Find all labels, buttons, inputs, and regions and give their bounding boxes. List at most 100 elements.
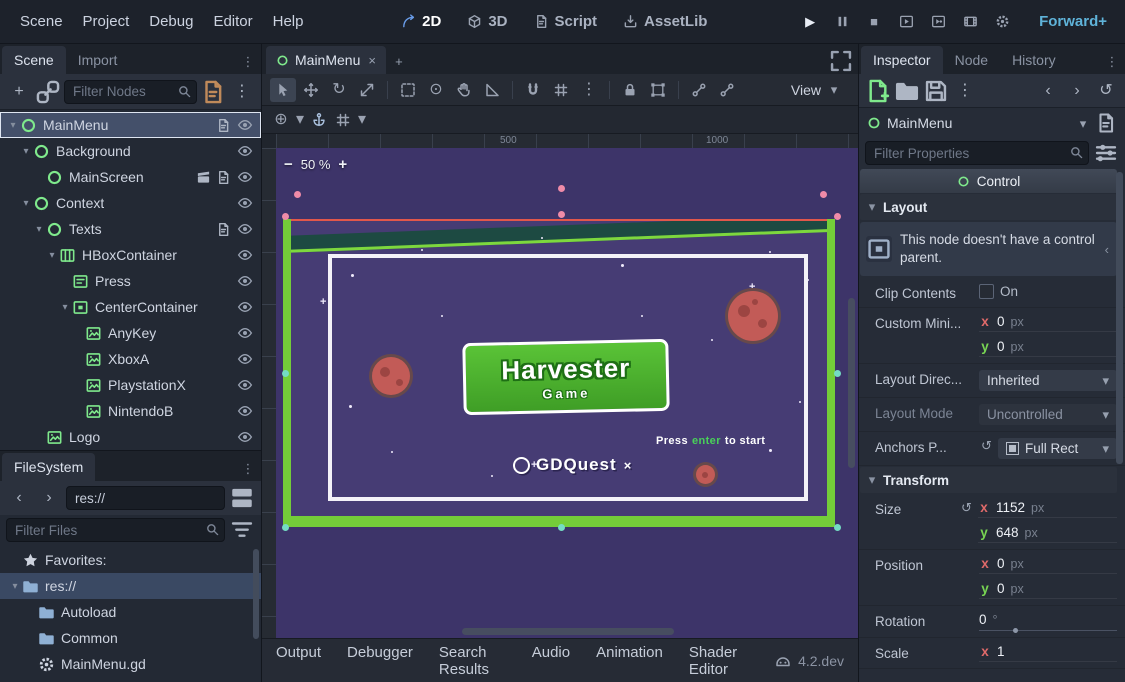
selection-handle[interactable]: [294, 191, 301, 198]
script-badge-icon[interactable]: [216, 118, 231, 133]
tab-scene[interactable]: Scene: [2, 46, 66, 74]
inspector-scrollbar[interactable]: [1116, 172, 1123, 464]
filter-files-input[interactable]: [6, 518, 225, 542]
play-scene-button[interactable]: [891, 8, 921, 36]
rotation-slider[interactable]: 0 °: [979, 612, 1117, 631]
history-forward-button[interactable]: ›: [1064, 79, 1090, 103]
selection-handle[interactable]: [558, 211, 565, 218]
expand-arrow[interactable]: ▾: [19, 146, 33, 157]
workspace-2d-button[interactable]: 2D: [391, 7, 451, 37]
snap-options-button[interactable]: ⋮: [576, 78, 602, 102]
visibility-toggle-eye-icon[interactable]: [237, 247, 253, 263]
scene-node-row-mainmenu[interactable]: ▾MainMenu: [0, 112, 261, 138]
workspace-3d-button[interactable]: 3D: [457, 7, 517, 37]
menu-help[interactable]: Help: [263, 7, 314, 37]
tab-import[interactable]: Import: [66, 46, 130, 74]
selection-handle[interactable]: [834, 370, 841, 377]
menu-debug[interactable]: Debug: [139, 7, 203, 37]
chevron-down-icon[interactable]: ▾: [1077, 115, 1089, 131]
menu-scene[interactable]: Scene: [10, 7, 73, 37]
selection-handle[interactable]: [282, 213, 289, 220]
scene-node-row-nintendob[interactable]: NintendoB: [0, 398, 261, 424]
selection-handle[interactable]: [282, 524, 289, 531]
node-extra-options-button[interactable]: [1095, 111, 1117, 135]
bottom-tab-animation[interactable]: Animation: [596, 644, 663, 678]
expand-arrow[interactable]: ▾: [19, 198, 33, 209]
workspace-script-button[interactable]: Script: [524, 7, 608, 37]
visibility-toggle-eye-icon[interactable]: [237, 351, 253, 367]
attach-script-button[interactable]: [200, 80, 226, 104]
scene-tree-options-button[interactable]: ⋮: [229, 80, 255, 104]
visibility-toggle-eye-icon[interactable]: [237, 403, 253, 419]
filesystem-options-icon[interactable]: ⋮: [237, 455, 259, 481]
workspace-assetlib-button[interactable]: AssetLib: [613, 7, 717, 37]
visibility-toggle-eye-icon[interactable]: [237, 169, 253, 185]
position-y-field[interactable]: 0: [997, 581, 1005, 596]
selection-handle[interactable]: [834, 524, 841, 531]
move-tool-button[interactable]: [298, 78, 324, 102]
grid-snap-button[interactable]: [548, 78, 574, 102]
view-menu-button[interactable]: View▾: [783, 77, 850, 103]
bottom-tab-audio[interactable]: Audio: [532, 644, 570, 678]
visibility-toggle-eye-icon[interactable]: [237, 273, 253, 289]
tab-inspector[interactable]: Inspector: [861, 46, 943, 74]
tab-filesystem[interactable]: FileSystem: [2, 453, 95, 481]
edited-node-select[interactable]: MainMenu: [887, 115, 1071, 131]
bottom-tab-shader-editor[interactable]: Shader Editor: [689, 644, 749, 678]
section-layout[interactable]: ▾ Layout: [860, 194, 1117, 220]
visibility-toggle-eye-icon[interactable]: [237, 377, 253, 393]
fs-sort-button[interactable]: [229, 518, 255, 542]
scale-x-field[interactable]: 1: [997, 644, 1005, 659]
close-scene-tab-icon[interactable]: ×: [368, 52, 376, 68]
script-badge-icon[interactable]: [216, 170, 231, 185]
object-history-button[interactable]: ↺: [1093, 79, 1119, 103]
inspector-content[interactable]: Control ▾ Layout This node doesn't have …: [859, 168, 1125, 682]
lock-button[interactable]: [617, 78, 643, 102]
viewport-2d[interactable]: 500 1000: [262, 134, 858, 638]
play-button[interactable]: ▶: [795, 8, 825, 36]
selection-handle[interactable]: [820, 191, 827, 198]
selection-handle[interactable]: [834, 213, 841, 220]
file-row-autoload[interactable]: Autoload: [0, 599, 261, 625]
file-row-mainmenu-gd[interactable]: MainMenu.gd: [0, 651, 261, 677]
scene-node-row-mainscreen[interactable]: MainScreen: [0, 164, 261, 190]
expand-arrow[interactable]: ▾: [6, 120, 20, 131]
resource-options-button[interactable]: ⋮: [952, 79, 978, 103]
layout-direction-dropdown[interactable]: Inherited ▾: [979, 370, 1117, 391]
scene-node-row-centercontainer[interactable]: ▾CenterContainer: [0, 294, 261, 320]
inspector-options-icon[interactable]: ⋮: [1101, 48, 1123, 74]
selection-handle[interactable]: [282, 370, 289, 377]
visibility-toggle-eye-icon[interactable]: [237, 325, 253, 341]
file-row-favorites[interactable]: Favorites:: [0, 547, 261, 573]
bottom-tab-debugger[interactable]: Debugger: [347, 644, 413, 678]
bottom-tab-output[interactable]: Output: [276, 644, 321, 678]
rotation-field[interactable]: 0: [979, 612, 987, 627]
renderer-settings-button[interactable]: [987, 8, 1017, 36]
custom-min-x-field[interactable]: 0: [997, 314, 1005, 329]
scale-tool-button[interactable]: [354, 78, 380, 102]
movie-badge-icon[interactable]: [196, 170, 211, 185]
load-resource-button[interactable]: [894, 79, 920, 103]
scene-dock-options-icon[interactable]: ⋮: [237, 48, 259, 74]
canvas-2d[interactable]: Harvester Game Pressenterto start GDQues…: [276, 148, 858, 638]
ruler-button[interactable]: [479, 78, 505, 102]
insert-key-button[interactable]: ⊕: [270, 109, 292, 131]
menu-editor[interactable]: Editor: [203, 7, 262, 37]
expand-arrow[interactable]: ▾: [8, 581, 22, 592]
visibility-toggle-eye-icon[interactable]: [237, 299, 253, 315]
revert-icon[interactable]: ↺: [959, 500, 974, 515]
selection-handle[interactable]: [558, 185, 565, 192]
selection-handle[interactable]: [558, 524, 565, 531]
snap-grid-caret-button[interactable]: ▾: [356, 109, 368, 131]
expand-arrow[interactable]: ▾: [58, 302, 72, 313]
fs-path-field[interactable]: res://: [66, 486, 225, 510]
canvas-hscrollbar[interactable]: [462, 628, 674, 635]
notice-collapse-icon[interactable]: ‹: [1105, 242, 1111, 257]
property-tools-button[interactable]: [1093, 141, 1119, 165]
menu-project[interactable]: Project: [73, 7, 140, 37]
script-badge-icon[interactable]: [216, 222, 231, 237]
bottom-tab-search-results[interactable]: Search Results: [439, 644, 506, 678]
stop-button[interactable]: ■: [859, 8, 889, 36]
scene-node-row-xboxa[interactable]: XboxA: [0, 346, 261, 372]
filter-properties-input[interactable]: [865, 141, 1089, 165]
